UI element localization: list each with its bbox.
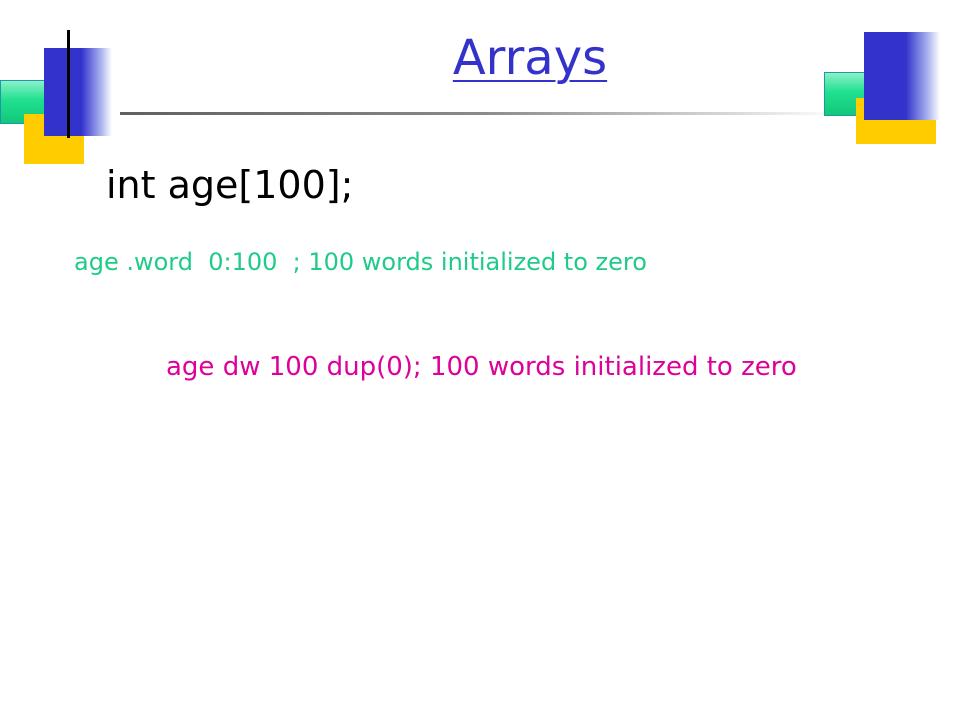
slide: Arrays int age[100]; age .word 0:100 ; 1… bbox=[0, 0, 960, 720]
assembly-dw-dup-line: age dw 100 dup(0); 100 words initialized… bbox=[166, 352, 797, 382]
assembly-word-directive-line: age .word 0:100 ; 100 words initialized … bbox=[74, 248, 647, 276]
c-array-declaration: int age[100]; bbox=[106, 163, 354, 207]
title-rule-divider bbox=[120, 112, 840, 115]
slide-title[interactable]: Arrays bbox=[0, 34, 960, 82]
